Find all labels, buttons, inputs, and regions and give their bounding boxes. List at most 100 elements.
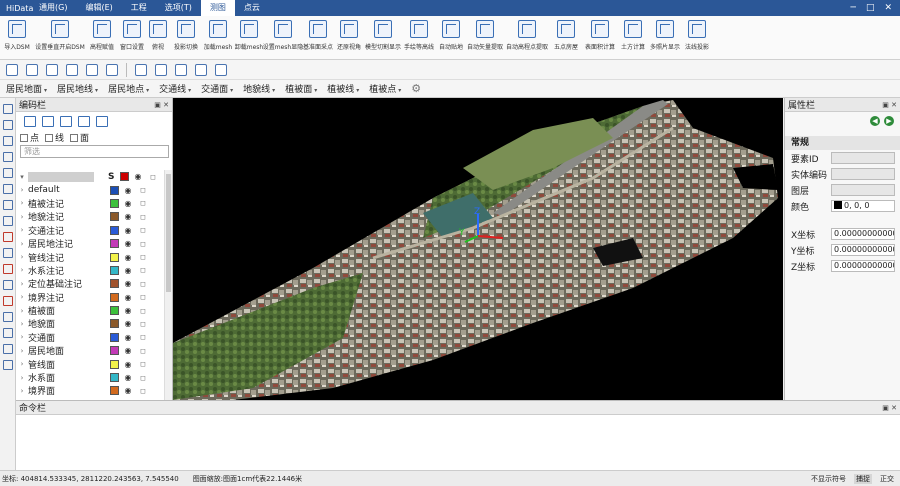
layer-scrollbar[interactable] xyxy=(164,170,172,400)
refresh-icon[interactable] xyxy=(96,115,108,127)
next-icon[interactable]: ▶ xyxy=(884,116,894,126)
earthwork-button[interactable]: 土方计算 xyxy=(618,16,648,60)
elevation-point-button[interactable]: 自动高程点提取 xyxy=(504,16,550,60)
chevron-right-icon[interactable]: › xyxy=(16,360,28,368)
lock-icon[interactable]: ◻ xyxy=(137,387,149,395)
lock-icon[interactable]: ◻ xyxy=(137,266,149,274)
eye-icon[interactable]: ◉ xyxy=(119,373,137,382)
gear-icon[interactable]: ⚙ xyxy=(411,82,421,95)
layer-row[interactable]: › 居民地注记 ◉ ◻ xyxy=(16,237,164,250)
indent-icon[interactable] xyxy=(42,115,54,127)
pan-icon[interactable] xyxy=(3,120,13,130)
eye-icon[interactable]: ◉ xyxy=(119,279,137,288)
layer-row[interactable]: › 植被面 ◉ ◻ xyxy=(16,304,164,317)
chevron-right-icon[interactable]: › xyxy=(16,186,28,194)
zoom-out-icon[interactable] xyxy=(3,168,13,178)
eye-icon[interactable]: ◉ xyxy=(119,212,137,221)
layer-color-swatch[interactable] xyxy=(110,332,119,342)
layer-dropdown[interactable]: 植被点 ▾ xyxy=(369,82,401,95)
select-icon[interactable] xyxy=(3,104,13,114)
eye-icon[interactable]: ◉ xyxy=(119,319,137,328)
chevron-right-icon[interactable]: › xyxy=(16,266,28,274)
layer-row[interactable]: › 境界注记 ◉ ◻ xyxy=(16,291,164,304)
layer-color-swatch[interactable] xyxy=(110,292,119,302)
eye-icon[interactable]: ◉ xyxy=(119,333,137,342)
eye-icon[interactable]: ◉ xyxy=(119,386,137,395)
lock-icon[interactable]: ◻ xyxy=(137,253,149,261)
sort-icon[interactable] xyxy=(78,115,90,127)
lock-icon[interactable]: ◻ xyxy=(137,199,149,207)
layer-row[interactable]: › 管线面 ◉ ◻ xyxy=(16,357,164,371)
lock-icon[interactable]: ◻ xyxy=(137,360,149,368)
lock-icon[interactable]: ◻ xyxy=(137,374,149,382)
node-icon[interactable] xyxy=(3,312,13,322)
layer-dropdown[interactable]: 居民地点 ▾ xyxy=(108,82,149,95)
list-icon[interactable] xyxy=(24,115,36,127)
tag-icon[interactable] xyxy=(86,63,98,76)
layer-row[interactable]: › 境界面 ◉ ◻ xyxy=(16,384,164,397)
close-icon[interactable]: ✕ xyxy=(884,3,892,13)
chevron-right-icon[interactable]: › xyxy=(16,240,28,248)
fit-icon[interactable] xyxy=(3,184,13,194)
menu-mapping[interactable]: 测图 xyxy=(200,0,235,16)
load-mesh-button[interactable]: 加载mesh xyxy=(202,16,234,60)
chevron-right-icon[interactable]: › xyxy=(16,280,28,288)
chevron-right-icon[interactable]: › xyxy=(16,293,28,301)
normal-projection-button[interactable]: 法线投影 xyxy=(682,16,712,60)
chevron-right-icon[interactable]: › xyxy=(16,320,28,328)
property-value[interactable] xyxy=(831,168,895,180)
layer-color-swatch[interactable] xyxy=(110,239,119,249)
menu-project[interactable]: 工程 xyxy=(122,0,156,16)
move-icon[interactable] xyxy=(3,280,13,290)
base-plane-button[interactable]: 基准面采点 xyxy=(302,16,334,60)
layer-row[interactable]: › 地貌面 ◉ ◻ xyxy=(16,317,164,330)
layer-row[interactable]: › default ◉ ◻ xyxy=(16,183,164,196)
eye-icon[interactable]: ◉ xyxy=(119,186,137,195)
top-view-button[interactable]: 俯视 xyxy=(146,16,170,60)
export-icon[interactable] xyxy=(66,63,78,76)
chevron-right-icon[interactable]: › xyxy=(16,253,28,261)
edit-icon[interactable] xyxy=(3,248,13,258)
prev-icon[interactable]: ◀ xyxy=(870,116,880,126)
settings-icon[interactable] xyxy=(215,63,227,76)
layer-search-input[interactable]: 筛选 xyxy=(20,145,169,158)
lock-icon[interactable]: ◻ xyxy=(137,293,149,301)
shape-icon[interactable] xyxy=(175,63,187,76)
reset-view-button[interactable]: 还原视角 xyxy=(334,16,364,60)
layer-color-swatch[interactable] xyxy=(110,346,119,356)
snap-ground-button[interactable]: 自动贴地 xyxy=(436,16,466,60)
layer-color-swatch[interactable] xyxy=(110,319,119,329)
rotate-icon[interactable] xyxy=(3,136,13,146)
filter-line[interactable]: 线 xyxy=(45,131,64,144)
eye-icon[interactable]: ◉ xyxy=(119,360,137,369)
symbol-toggle[interactable]: 不显示符号 xyxy=(811,474,846,484)
chevron-right-icon[interactable]: › xyxy=(16,333,28,341)
area-button[interactable]: 表面积计算 xyxy=(582,16,618,60)
layer-dropdown[interactable]: 交通面 ▾ xyxy=(201,82,233,95)
layer-row[interactable]: › 管线注记 ◉ ◻ xyxy=(16,250,164,264)
eye-icon[interactable]: ◉ xyxy=(119,239,137,248)
layer-color-swatch[interactable] xyxy=(110,306,119,316)
command-panel[interactable]: 命令栏 ▣ ✕ xyxy=(16,400,900,470)
layer-dropdown[interactable]: 居民地面 ▾ xyxy=(6,82,47,95)
menu-options[interactable]: 选项(T) xyxy=(156,0,201,16)
image-icon[interactable] xyxy=(26,63,38,76)
layer-row[interactable]: › 地貌注记 ◉ ◻ xyxy=(16,210,164,223)
lock-icon[interactable]: ◻ xyxy=(137,280,149,288)
eye-icon[interactable]: ◉ xyxy=(119,293,137,302)
layer-color-swatch[interactable] xyxy=(110,185,119,195)
projection-button[interactable]: 投影切换 xyxy=(170,16,202,60)
dsm-settings-button[interactable]: 设置垂直开启DSM xyxy=(34,16,86,60)
property-value[interactable]: 0.000000000000 xyxy=(831,244,895,256)
eye-icon[interactable]: ◉ xyxy=(119,306,137,315)
join-icon[interactable] xyxy=(3,328,13,338)
layer-color-swatch[interactable] xyxy=(110,386,119,396)
cut-icon[interactable] xyxy=(3,264,13,274)
eye-icon[interactable]: ◉ xyxy=(119,226,137,235)
layer-color-swatch[interactable] xyxy=(110,212,119,222)
lock-icon[interactable]: ◻ xyxy=(137,347,149,355)
lock-icon[interactable]: ◻ xyxy=(137,213,149,221)
layer-row[interactable]: › 植被注记 ◉ ◻ xyxy=(16,197,164,210)
lock-icon[interactable]: ◻ xyxy=(137,226,149,234)
break-icon[interactable] xyxy=(3,296,13,306)
